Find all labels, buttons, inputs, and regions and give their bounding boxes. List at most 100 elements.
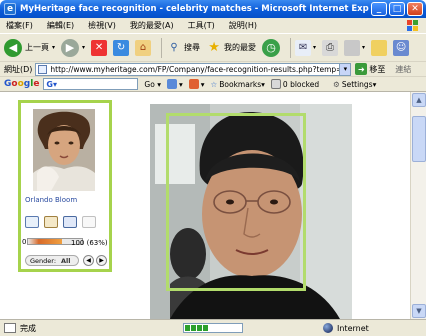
links-label[interactable]: 連結 [395, 64, 411, 75]
search-button[interactable]: ⚲ 搜尋 [166, 40, 200, 56]
previous-match-button[interactable]: ◀ [83, 255, 94, 266]
gender-value: All [61, 256, 71, 265]
menu-bar: 檔案(F) 編輯(E) 檢視(V) 我的最愛(A) 工具(T) 說明(H) [0, 18, 426, 33]
home-button[interactable]: ⌂ [135, 39, 152, 56]
ie-icon: e [4, 3, 16, 15]
chevron-down-icon[interactable]: ▾ [82, 44, 85, 51]
back-arrow-icon: ◀ [4, 38, 22, 57]
favorites-label: 我的最愛 [224, 43, 257, 52]
bookmarks-button[interactable]: ☆ Bookmarks▾ [211, 80, 265, 89]
celebrity-photo[interactable] [33, 109, 95, 191]
google-logo[interactable]: Google [4, 79, 39, 89]
toolbar-separator [161, 37, 163, 58]
status-text: 完成 [20, 323, 36, 333]
minimize-button[interactable]: _ [371, 2, 387, 16]
internet-globe-icon [323, 323, 333, 333]
title-bar: e MyHeritage face recognition - celebrit… [0, 0, 426, 18]
edit-icon[interactable] [44, 216, 58, 228]
close-button[interactable]: ✕ [407, 2, 423, 16]
search-label: 搜尋 [184, 43, 201, 52]
back-label: 上一頁 [25, 43, 49, 52]
print-button[interactable]: ⎙ [322, 39, 339, 56]
go-button[interactable]: ➜ 移至 [355, 63, 385, 75]
address-dropdown-button[interactable]: ▾ [340, 62, 352, 76]
forward-button[interactable]: ▶ ▾ [61, 38, 85, 57]
star-icon: ☆ [210, 79, 218, 89]
go-label: 移至 [369, 64, 386, 74]
email-icon[interactable] [82, 216, 96, 228]
zone-label: Internet [337, 323, 369, 333]
address-input[interactable]: http://www.myheritage.com/FP/Company/fac… [35, 62, 341, 76]
google-sidewiki-button[interactable]: ▾ [188, 79, 205, 89]
celebrity-name-link[interactable]: Orlando Bloom [25, 196, 77, 204]
back-button[interactable]: ◀ 上一頁 ▾ [4, 38, 55, 57]
page-content: Orlando Bloom 0 100 (63%) Gender: All ◀ … [0, 92, 410, 319]
page-icon [38, 64, 48, 74]
menu-edit[interactable]: 編輯(E) [47, 20, 74, 31]
chevron-down-icon[interactable]: ▾ [362, 44, 365, 51]
favorites-button[interactable]: ★ 我的最愛 [206, 40, 256, 56]
windows-logo-icon [407, 20, 418, 31]
gender-filter[interactable]: Gender: All [25, 255, 79, 266]
google-search-input[interactable]: G▾ [43, 78, 139, 90]
google-go-button[interactable]: Go ▾ [144, 80, 161, 89]
star-icon: ★ [208, 40, 220, 55]
scroll-thumb[interactable] [412, 116, 426, 162]
address-url: http://www.myheritage.com/FP/Company/fac… [50, 64, 339, 74]
menu-view[interactable]: 檢視(V) [88, 20, 116, 31]
menu-file[interactable]: 檔案(F) [6, 20, 33, 31]
settings-button[interactable]: ⚙ Settings▾ [333, 80, 376, 89]
history-button[interactable]: ◷ [262, 38, 281, 57]
google-go-label: Go [144, 79, 155, 89]
printer-icon: ⎙ [322, 39, 339, 56]
mail-button[interactable]: ✉ ▾ [295, 39, 316, 56]
folder-button[interactable] [371, 39, 388, 56]
address-label: 網址(D) [4, 64, 33, 74]
address-bar: 網址(D) http://www.myheritage.com/FP/Compa… [0, 61, 426, 76]
go-arrow-icon: ➜ [355, 63, 368, 75]
blocked-label: 0 blocked [282, 79, 320, 89]
history-icon: ◷ [262, 38, 281, 57]
google-toolbar: Google G▾ Go ▾ ▾ ▾ ☆ Bookmarks▾ 0 blocked… [0, 76, 426, 92]
bookmarks-label: Bookmarks▾ [219, 79, 265, 89]
scroll-up-button[interactable]: ▲ [412, 93, 426, 107]
popup-blocker-icon [270, 79, 281, 89]
google-tools-button[interactable]: ▾ [166, 79, 183, 89]
refresh-icon: ↻ [113, 39, 130, 56]
toolbar-separator [290, 37, 292, 58]
mail-icon: ✉ [295, 39, 312, 56]
forward-arrow-icon: ▶ [61, 38, 80, 57]
info-icon[interactable] [25, 216, 39, 228]
loading-progress-bar [183, 323, 243, 333]
next-match-button[interactable]: ▶ [96, 255, 107, 266]
tools-icon [166, 79, 177, 89]
face-detection-box [166, 113, 306, 291]
maximize-button[interactable]: □ [389, 2, 405, 16]
status-bar: 完成 Internet [0, 319, 426, 336]
page-status-icon [4, 323, 16, 333]
book-icon[interactable] [63, 216, 77, 228]
standard-toolbar: ◀ 上一頁 ▾ ▶ ▾ ✕ ↻ ⌂ ⚲ 搜尋 ★ 我的最愛 ◷ ✉ ▾ ⎙ ▾ … [0, 33, 426, 61]
celebrity-match-card: Orlando Bloom 0 100 (63%) Gender: All ◀ … [18, 100, 112, 272]
search-icon: ⚲ [170, 42, 178, 53]
scroll-down-button[interactable]: ▼ [412, 304, 426, 318]
chevron-down-icon[interactable]: ▾ [313, 44, 316, 51]
sidewiki-icon [188, 79, 199, 89]
chevron-down-icon[interactable]: ▾ [52, 44, 55, 51]
edit-button[interactable]: ▾ [344, 39, 365, 56]
security-zone[interactable]: Internet [323, 323, 369, 333]
messenger-button[interactable]: ☺ [393, 39, 410, 56]
refresh-button[interactable]: ↻ [113, 39, 130, 56]
stop-button[interactable]: ✕ [91, 39, 108, 56]
messenger-icon: ☺ [393, 39, 410, 56]
gear-icon: ⚙ [333, 79, 340, 89]
popup-blocker-button[interactable]: 0 blocked [270, 79, 320, 89]
menu-favorites[interactable]: 我的最愛(A) [130, 20, 174, 31]
home-icon: ⌂ [135, 39, 152, 56]
menu-tools[interactable]: 工具(T) [188, 20, 215, 31]
menu-help[interactable]: 說明(H) [229, 20, 257, 31]
score-min-label: 0 [22, 238, 27, 246]
settings-label: Settings▾ [341, 79, 377, 89]
vertical-scrollbar[interactable]: ▲ ▼ [410, 92, 426, 319]
card-actions [25, 216, 101, 228]
